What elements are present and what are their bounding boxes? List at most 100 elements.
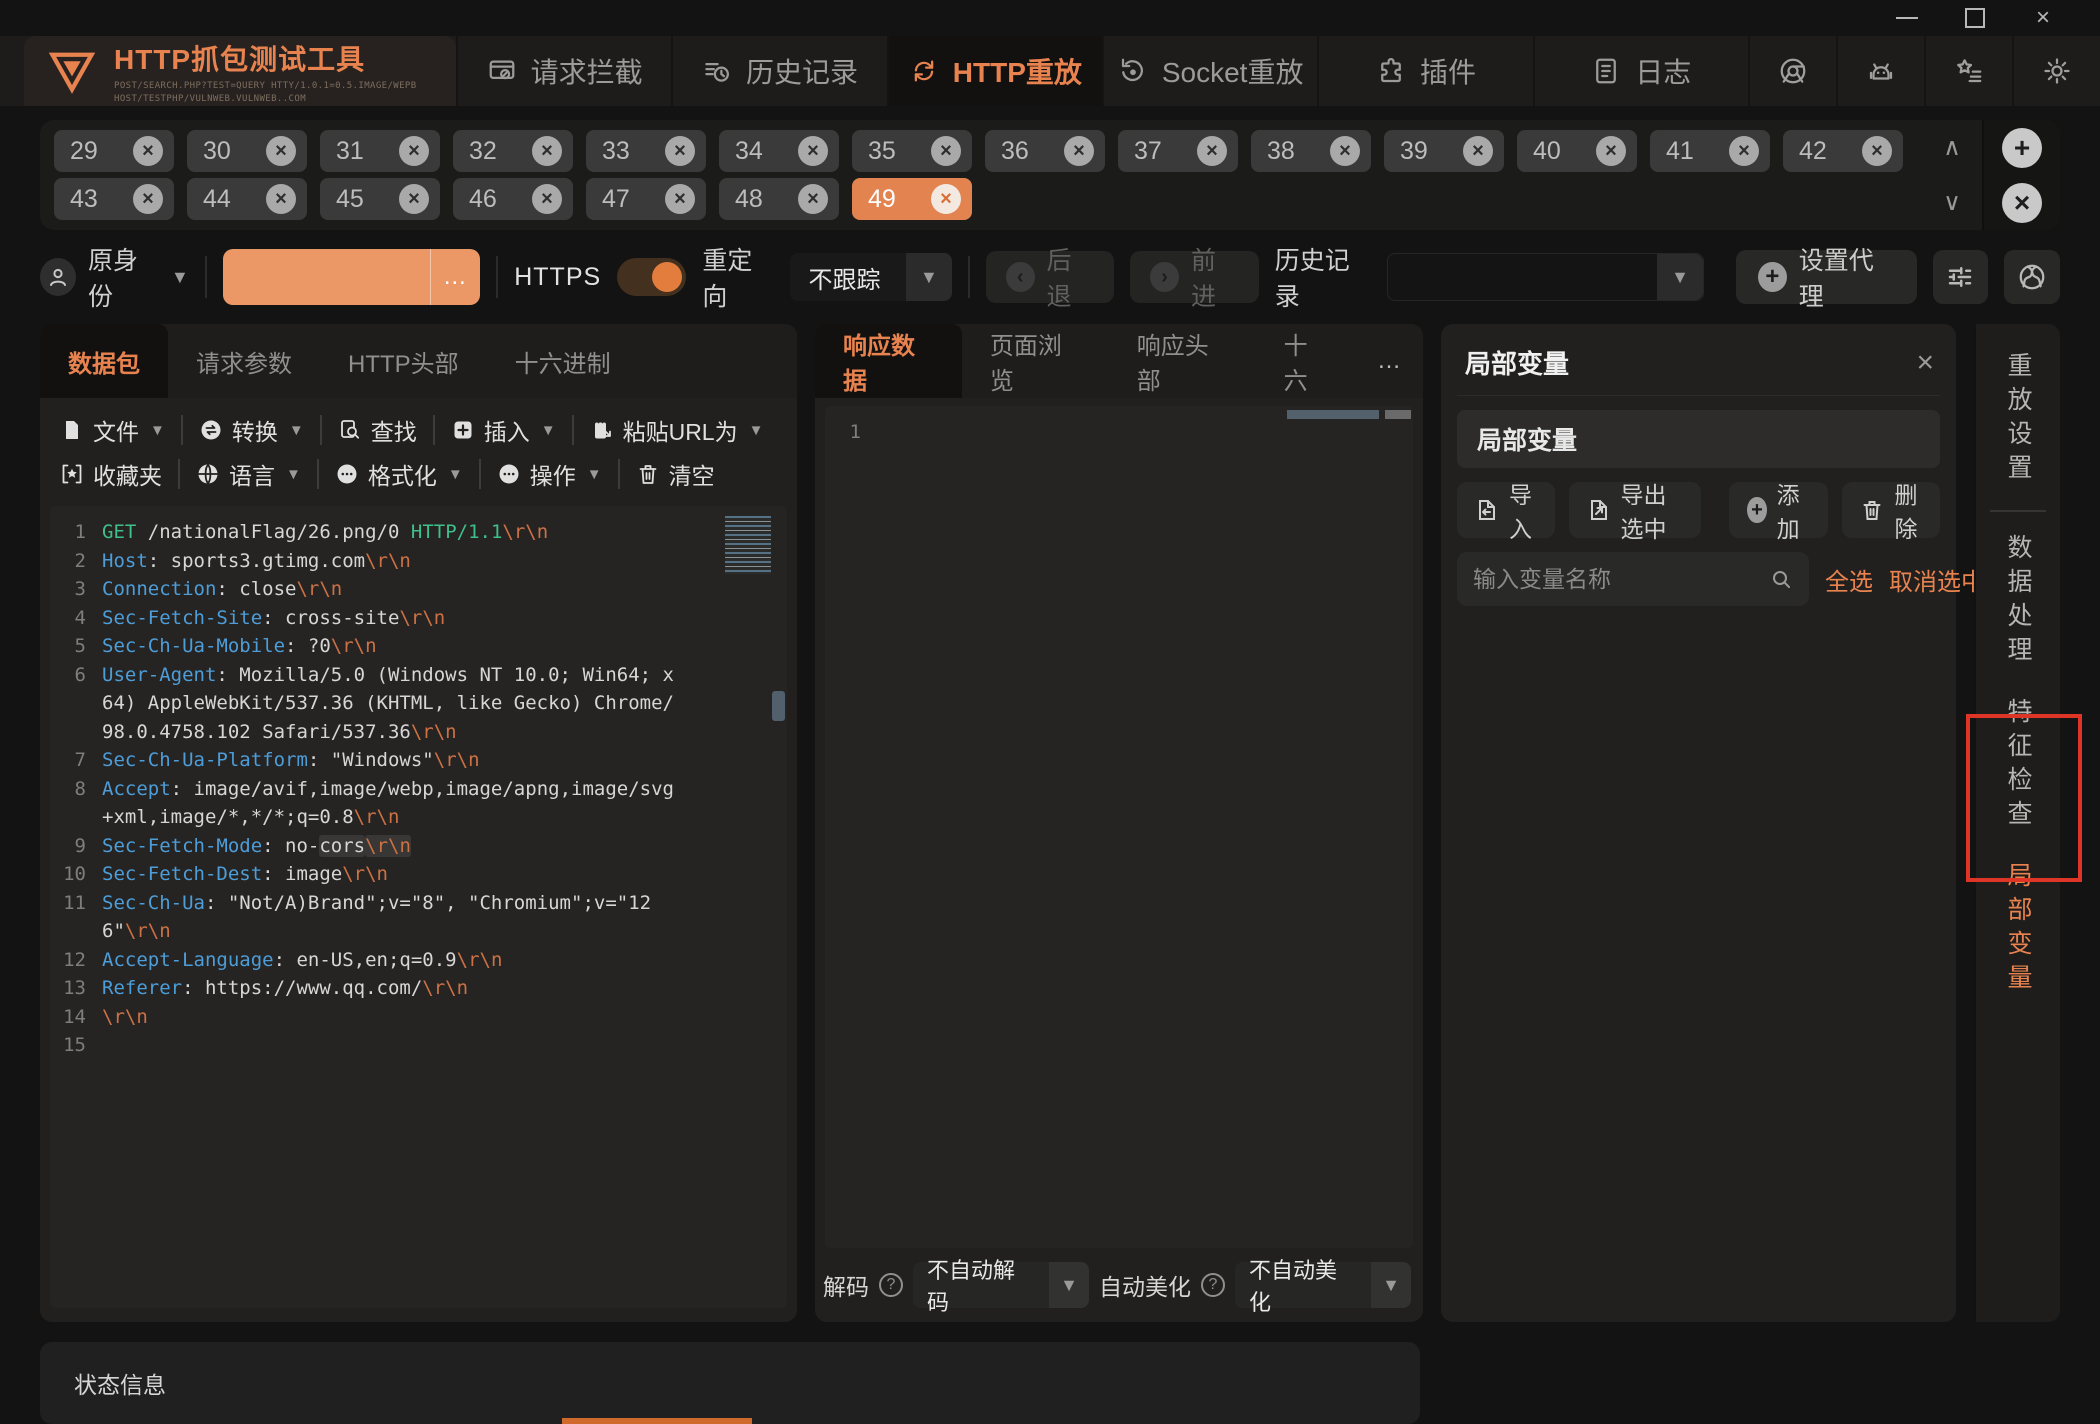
nav-tab-log[interactable]: 日志	[1533, 36, 1748, 106]
panel-tab[interactable]: 请求参数	[168, 324, 320, 398]
panel-tab[interactable]: HTTP头部	[320, 324, 487, 398]
settings-sliders-button[interactable]	[1933, 250, 1989, 304]
tab-close-icon[interactable]: ×	[798, 136, 828, 166]
close-all-tabs-button[interactable]: ×	[2002, 183, 2042, 223]
nav-tab-socket[interactable]: Socket重放	[1102, 36, 1317, 106]
tab-chip[interactable]: 31×	[320, 130, 440, 172]
nav-tab-history[interactable]: 历史记录	[671, 36, 886, 106]
tab-close-icon[interactable]: ×	[399, 136, 429, 166]
response-editor[interactable]: 1	[825, 406, 1413, 1248]
menu-insert-button[interactable]: 插入▼	[447, 413, 560, 447]
chrome-button[interactable]	[1748, 36, 1836, 106]
tab-chip[interactable]: 43×	[54, 178, 174, 220]
tab-close-icon[interactable]: ×	[1729, 136, 1759, 166]
send-button[interactable]: 发送 …	[223, 249, 481, 305]
tab-close-icon[interactable]: ×	[1197, 136, 1227, 166]
tab-chip[interactable]: 42×	[1783, 130, 1903, 172]
tab-chip[interactable]: 35×	[852, 130, 972, 172]
tab-close-icon[interactable]: ×	[133, 136, 163, 166]
tab-close-icon[interactable]: ×	[1463, 136, 1493, 166]
editor-scrollbar[interactable]	[772, 691, 785, 721]
tab-close-icon[interactable]: ×	[1862, 136, 1892, 166]
tab-close-icon[interactable]: ×	[133, 184, 163, 214]
tab-close-icon[interactable]: ×	[1330, 136, 1360, 166]
tab-chip[interactable]: 32×	[453, 130, 573, 172]
tab-close-icon[interactable]: ×	[1064, 136, 1094, 166]
tab-chip[interactable]: 47×	[586, 178, 706, 220]
tab-chip[interactable]: 41×	[1650, 130, 1770, 172]
menu-find-button[interactable]: 查找	[334, 413, 421, 447]
tab-chip[interactable]: 29×	[54, 130, 174, 172]
tab-close-icon[interactable]: ×	[931, 184, 961, 214]
panel-tab[interactable]: 页面浏览	[962, 324, 1109, 398]
decode-select[interactable]: 不自动解码 ▼	[913, 1262, 1089, 1308]
forward-button[interactable]: › 前进	[1130, 251, 1258, 303]
menu-favbr-button[interactable]: 收藏夹	[56, 457, 166, 491]
history-select[interactable]: ▼	[1387, 253, 1704, 301]
side-tab-1[interactable]: 重放设置	[2000, 338, 2036, 502]
menu-lang-button[interactable]: 语言▼	[192, 457, 305, 491]
maximize-icon[interactable]	[1946, 3, 2004, 33]
tab-close-icon[interactable]: ×	[665, 184, 695, 214]
search-icon[interactable]	[1769, 567, 1793, 591]
panel-tab[interactable]: 数据包	[40, 324, 168, 398]
minimize-icon[interactable]	[1878, 3, 1936, 33]
panel-tab[interactable]: 响应头部	[1109, 324, 1256, 398]
tabs-scroll-up-icon[interactable]: ∧	[1922, 120, 1982, 175]
variables-section-header[interactable]: 局部变量	[1457, 410, 1940, 468]
tab-chip[interactable]: 37×	[1118, 130, 1238, 172]
panel-tab[interactable]: 十六	[1256, 324, 1357, 398]
tab-close-icon[interactable]: ×	[266, 136, 296, 166]
side-tab-2[interactable]: 数据处理	[2000, 520, 2036, 684]
editor-hscrollbar[interactable]	[1287, 410, 1379, 419]
tab-chip[interactable]: 40×	[1517, 130, 1637, 172]
redirect-select[interactable]: 不跟踪 ▼	[790, 253, 951, 301]
identity-dropdown[interactable]: 原身份 ▼	[40, 241, 189, 313]
tab-chip[interactable]: 45×	[320, 178, 440, 220]
starlist-button[interactable]	[1924, 36, 2012, 106]
tab-chip[interactable]: 49×	[852, 178, 972, 220]
menu-convert-button[interactable]: 转换▼	[195, 413, 308, 447]
menu-dots-button[interactable]: 操作▼	[493, 457, 606, 491]
add-tab-button[interactable]: +	[2002, 128, 2042, 168]
network-globe-button[interactable]	[2004, 250, 2060, 304]
nav-tab-plugin[interactable]: 插件	[1317, 36, 1532, 106]
panel-tab[interactable]: 响应数据	[815, 324, 962, 398]
tabs-scroll-down-icon[interactable]: ∨	[1922, 175, 1982, 230]
gear-button[interactable]	[2012, 36, 2100, 106]
panel-tab[interactable]: 十六进制	[487, 324, 639, 398]
tab-chip[interactable]: 46×	[453, 178, 573, 220]
tab-close-icon[interactable]: ×	[399, 184, 429, 214]
tab-close-icon[interactable]: ×	[532, 184, 562, 214]
tab-close-icon[interactable]: ×	[532, 136, 562, 166]
tab-close-icon[interactable]: ×	[266, 184, 296, 214]
tab-chip[interactable]: 39×	[1384, 130, 1504, 172]
tab-chip[interactable]: 48×	[719, 178, 839, 220]
https-toggle[interactable]	[617, 258, 686, 296]
menu-dots-button[interactable]: 格式化▼	[331, 457, 467, 491]
tab-chip[interactable]: 34×	[719, 130, 839, 172]
tab-close-icon[interactable]: ×	[665, 136, 695, 166]
variable-search-input[interactable]	[1473, 566, 1769, 593]
tab-close-icon[interactable]: ×	[931, 136, 961, 166]
menu-pasteurl-button[interactable]: 粘贴URL为▼	[586, 413, 768, 447]
tab-chip[interactable]: 36×	[985, 130, 1105, 172]
close-panel-icon[interactable]: ×	[1916, 346, 1934, 380]
tab-close-icon[interactable]: ×	[798, 184, 828, 214]
select-all-link[interactable]: 全选	[1825, 562, 1873, 597]
tab-chip[interactable]: 30×	[187, 130, 307, 172]
android-button[interactable]	[1836, 36, 1924, 106]
set-proxy-button[interactable]: + 设置代理	[1736, 250, 1916, 304]
tab-chip[interactable]: 44×	[187, 178, 307, 220]
more-tabs-button[interactable]: …	[1357, 324, 1423, 398]
add-variable-button[interactable]: + 添加	[1729, 482, 1828, 538]
tab-chip[interactable]: 38×	[1251, 130, 1371, 172]
tab-close-icon[interactable]: ×	[1596, 136, 1626, 166]
back-button[interactable]: ‹ 后退	[986, 251, 1114, 303]
request-editor[interactable]: 1GET /nationalFlag/26.png/0 HTTP/1.1\r\n…	[50, 506, 787, 1308]
close-icon[interactable]: ×	[2014, 3, 2072, 33]
delete-variable-button[interactable]: 删除	[1842, 482, 1940, 538]
menu-trash-button[interactable]: 清空	[632, 457, 719, 491]
send-options-button[interactable]: …	[430, 249, 480, 305]
nav-tab-replay[interactable]: HTTP重放	[887, 36, 1102, 106]
